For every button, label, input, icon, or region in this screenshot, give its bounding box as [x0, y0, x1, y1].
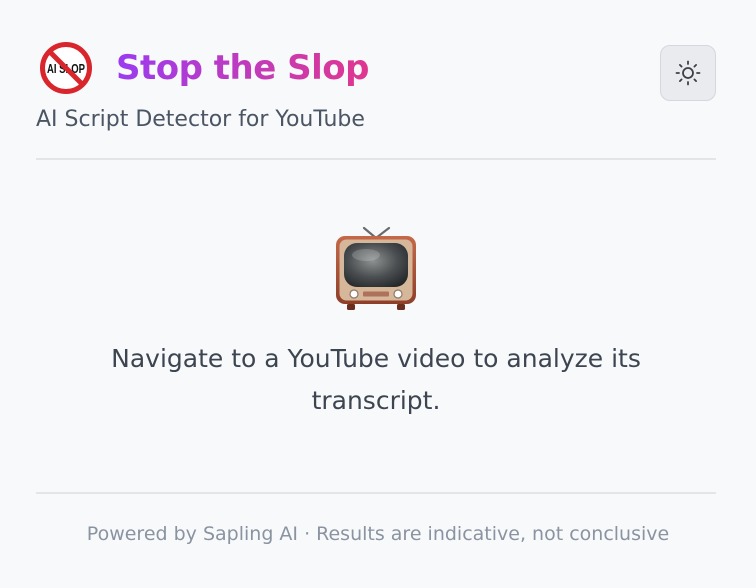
- header-divider: [36, 158, 716, 160]
- extension-popup: AI SLOP Stop the Slop AI Script Detector…: [0, 0, 756, 588]
- sun-icon: [675, 60, 701, 86]
- theme-toggle-button[interactable]: [660, 45, 716, 101]
- empty-state: Navigate to a YouTube video to analyze i…: [36, 226, 716, 422]
- television-icon: [336, 226, 416, 310]
- app-subtitle: AI Script Detector for YouTube: [36, 107, 365, 132]
- footer-divider: [36, 492, 716, 494]
- no-ai-slop-icon: AI SLOP: [40, 42, 92, 94]
- empty-state-message: Navigate to a YouTube video to analyze i…: [111, 344, 641, 415]
- app-title: Stop the Slop: [116, 44, 369, 92]
- footer-text: Powered by Sapling AI · Results are indi…: [86, 523, 670, 545]
- header: AI SLOP Stop the Slop AI Script Detector…: [36, 38, 716, 136]
